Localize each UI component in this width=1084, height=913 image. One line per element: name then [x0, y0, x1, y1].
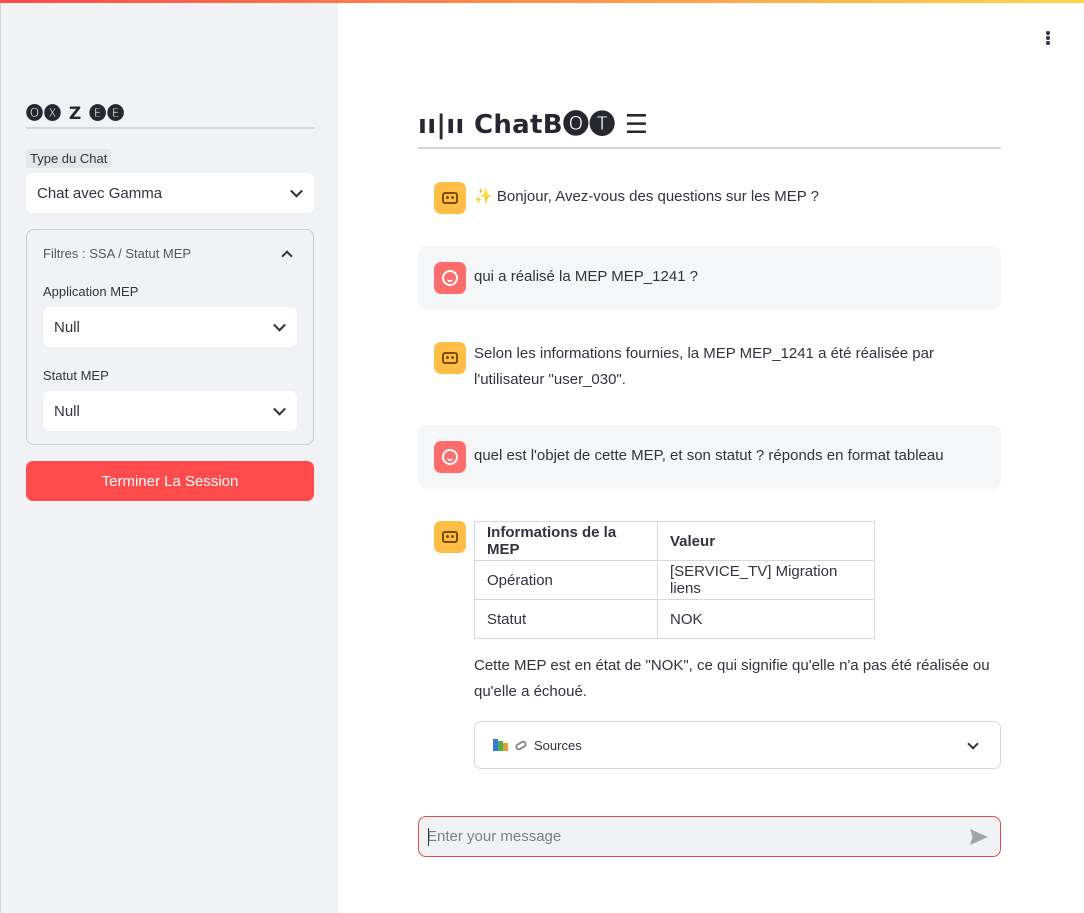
sidebar	[0, 3, 338, 913]
chat-type-value: Chat avec Gamma	[37, 184, 163, 202]
chevron-up-icon[interactable]	[281, 250, 293, 262]
chevron-down-icon	[290, 184, 303, 198]
vertical-dots-icon[interactable]	[1041, 29, 1055, 47]
statut-mep-value: Null	[54, 402, 80, 420]
sources-label: Sources	[534, 737, 582, 753]
statut-mep-label: Statut MEP	[43, 368, 109, 383]
chevron-down-icon	[967, 738, 979, 750]
chat-type-label: Type du Chat	[26, 149, 112, 168]
statut-mep-select[interactable]: Null	[43, 391, 297, 431]
page-title: ıı|ıı ChatB🅞🅣 ☰	[418, 110, 649, 140]
user-face-icon	[434, 262, 466, 294]
table-row: Opération [SERVICE_TV] Migration liens	[474, 560, 875, 600]
chat-type-select[interactable]: Chat avec Gamma	[26, 173, 314, 213]
app-logo: 🅞🅧 Z 🅔🅔	[26, 104, 126, 124]
end-session-button[interactable]: Terminer La Session	[26, 461, 314, 501]
application-mep-label: Application MEP	[43, 284, 139, 299]
send-icon[interactable]	[969, 828, 989, 846]
table-cell: [SERVICE_TV] Migration liens	[657, 560, 875, 600]
table-cell: NOK	[657, 599, 875, 639]
message-text: ✨ Bonjour, Avez-vous des questions sur l…	[474, 188, 819, 205]
books-icon	[493, 739, 509, 751]
link-icon	[514, 738, 528, 752]
chevron-down-icon	[273, 402, 286, 416]
message-text: qui a réalisé la MEP MEP_1241 ?	[474, 268, 699, 285]
message-text: Cette MEP est en état de "NOK", ce qui s…	[474, 657, 990, 700]
table-header-row: Informations de la MEP Valeur	[474, 521, 875, 561]
application-mep-value: Null	[54, 318, 80, 336]
chat-message-input[interactable]	[427, 817, 957, 856]
user-face-icon	[434, 441, 466, 473]
chevron-down-icon	[273, 318, 286, 332]
application-mep-select[interactable]: Null	[43, 307, 297, 347]
table-header-cell: Informations de la MEP	[474, 521, 658, 561]
text-caret	[428, 828, 429, 846]
chat-message-assistant: ✨ Bonjour, Avez-vous des questions sur l…	[418, 166, 1001, 230]
mep-info-table: Informations de la MEP Valeur Opération …	[474, 521, 875, 639]
robot-icon	[434, 182, 466, 214]
chat-message-user: quel est l'objet de cette MEP, et son st…	[418, 425, 1001, 489]
logo-divider	[26, 127, 314, 129]
table-cell: Statut	[474, 599, 658, 639]
message-text: Selon les informations fournies, la MEP …	[474, 345, 934, 388]
chat-message-assistant: Selon les informations fournies, la MEP …	[418, 326, 1001, 410]
chat-message-user: qui a réalisé la MEP MEP_1241 ?	[418, 246, 1001, 310]
table-row: Statut NOK	[474, 599, 875, 639]
chat-input-box	[418, 816, 1001, 857]
table-header-cell: Valeur	[657, 521, 875, 561]
sources-expander[interactable]: Sources	[474, 721, 1001, 769]
robot-icon	[434, 342, 466, 374]
filters-title[interactable]: Filtres : SSA / Statut MEP	[43, 246, 191, 261]
message-text: quel est l'objet de cette MEP, et son st…	[474, 447, 944, 464]
table-cell: Opération	[474, 560, 658, 600]
title-divider	[418, 147, 1001, 149]
filters-expander: Filtres : SSA / Statut MEP Application M…	[26, 229, 314, 445]
robot-icon	[434, 521, 466, 553]
